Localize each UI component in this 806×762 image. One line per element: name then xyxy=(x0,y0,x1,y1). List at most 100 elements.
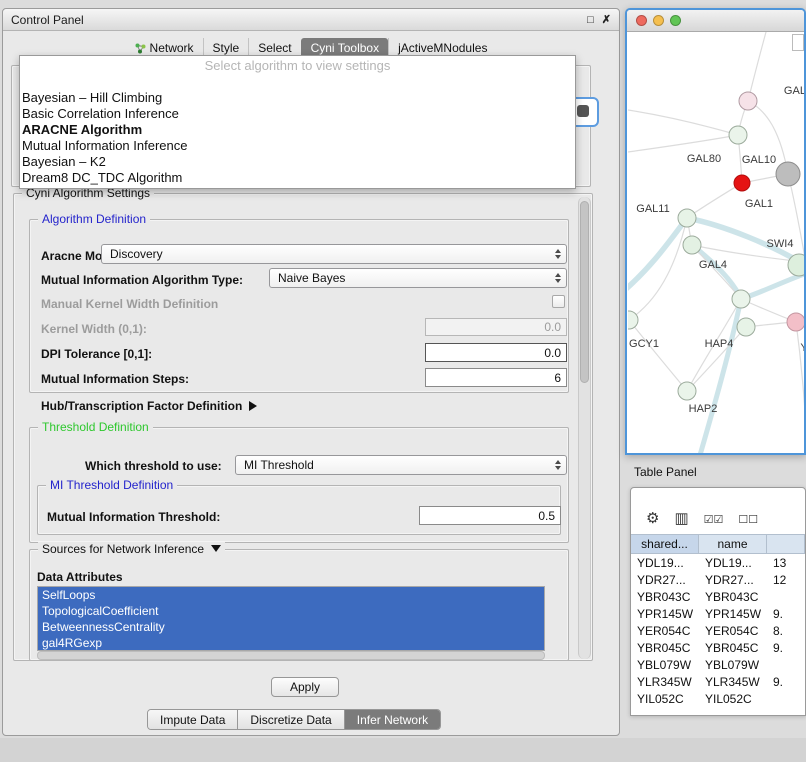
gear-icon[interactable]: ⚙ xyxy=(646,511,659,526)
aracne-mode-combobox[interactable]: Discovery xyxy=(101,244,567,264)
control-panel-title: Control Panel xyxy=(11,13,579,27)
column-header-shared[interactable]: shared... xyxy=(631,535,699,553)
attribute-item-betweennesscentrality[interactable]: BetweennessCentrality xyxy=(38,619,544,635)
network-node[interactable] xyxy=(734,175,750,191)
bottom-tab-discretize-data[interactable]: Discretize Data xyxy=(237,710,343,729)
table-cell: YDL19... xyxy=(699,556,767,570)
network-edge[interactable] xyxy=(741,272,805,299)
network-node[interactable] xyxy=(739,92,757,110)
control-panel-window: Control Panel □ ✗ NetworkStyleSelectCyni… xyxy=(2,8,620,736)
table-cell: YIL052C xyxy=(699,692,767,706)
attributes-horizontal-scrollbar[interactable] xyxy=(37,651,545,660)
network-node[interactable] xyxy=(678,382,696,400)
table-row[interactable]: YLR345WYLR345W9. xyxy=(631,673,805,690)
close-traffic-light[interactable] xyxy=(636,15,647,26)
node-label-gal4: GAL4 xyxy=(699,259,727,271)
hub-definition-toggle[interactable]: Hub/Transcription Factor Definition xyxy=(41,399,257,413)
network-node[interactable] xyxy=(678,209,696,227)
settings-scrollbar[interactable] xyxy=(578,197,591,659)
network-edge[interactable] xyxy=(628,135,738,152)
column-header-name[interactable]: name xyxy=(699,535,767,553)
control-panel-titlebar[interactable]: Control Panel □ ✗ xyxy=(3,9,619,31)
network-node[interactable] xyxy=(776,162,800,186)
bottom-tabs: Impute DataDiscretize DataInfer Network xyxy=(147,709,441,730)
network-node[interactable] xyxy=(683,236,701,254)
network-scrollbar[interactable] xyxy=(792,34,804,51)
algorithm-option-aracne-algorithm[interactable]: ARACNE Algorithm xyxy=(20,122,575,138)
network-edge[interactable] xyxy=(629,320,687,391)
algorithm-option-basic-correlation-inference[interactable]: Basic Correlation Inference xyxy=(20,106,575,122)
network-node[interactable] xyxy=(787,313,805,331)
node-label-swi4: SWI4 xyxy=(767,238,794,250)
collapse-down-icon xyxy=(211,545,221,552)
algorithm-option-bayesian-hill-climbing[interactable]: Bayesian – Hill Climbing xyxy=(20,90,575,106)
algorithm-option-dream8-dc-tdc-algorithm[interactable]: Dream8 DC_TDC Algorithm xyxy=(20,170,575,186)
attribute-item-selfloops[interactable]: SelfLoops xyxy=(38,587,544,603)
network-edge[interactable] xyxy=(692,245,741,455)
expand-right-icon xyxy=(249,401,257,411)
network-canvas[interactable]: GAL80GAL10GAL11GAL1SWI4GAL4GCY1HAP4HAP2G… xyxy=(628,32,805,455)
table-cell: YIL052C xyxy=(631,692,699,706)
network-node[interactable] xyxy=(732,290,750,308)
table-cell: YBR043C xyxy=(631,590,699,604)
combo-arrows-icon xyxy=(555,273,561,283)
bottom-tab-impute-data[interactable]: Impute Data xyxy=(148,710,237,729)
bottom-tab-infer-network[interactable]: Infer Network xyxy=(344,710,440,729)
settings-scrollbar-thumb[interactable] xyxy=(580,201,589,383)
close-window-button[interactable]: ✗ xyxy=(602,13,611,26)
node-label-y: Y xyxy=(800,342,805,354)
network-node[interactable] xyxy=(729,126,747,144)
table-row[interactable]: YDL19...YDL19...13 xyxy=(631,554,805,571)
minimize-traffic-light[interactable] xyxy=(653,15,664,26)
table-row[interactable]: YPR145WYPR145W9. xyxy=(631,605,805,622)
network-edge[interactable] xyxy=(628,110,738,135)
attribute-item-topologicalcoefficient[interactable]: TopologicalCoefficient xyxy=(38,603,544,619)
zoom-traffic-light[interactable] xyxy=(670,15,681,26)
dpi-tolerance-label: DPI Tolerance [0,1]: xyxy=(41,347,152,361)
table-row[interactable]: YBL079WYBL079W xyxy=(631,656,805,673)
network-edge[interactable] xyxy=(796,322,805,412)
algorithm-option-mutual-information-inference[interactable]: Mutual Information Inference xyxy=(20,138,575,154)
network-edge[interactable] xyxy=(687,327,746,391)
network-edge[interactable] xyxy=(748,32,766,101)
combo-arrows-icon xyxy=(555,460,561,470)
columns-icon[interactable]: ▥ xyxy=(674,511,688,526)
mi-type-combobox[interactable]: Naive Bayes xyxy=(269,268,567,288)
table-row[interactable]: YDR27...YDR27...12 xyxy=(631,571,805,588)
algorithm-option-bayesian-k2[interactable]: Bayesian – K2 xyxy=(20,154,575,170)
node-label-gal80: GAL80 xyxy=(687,153,721,165)
network-edge[interactable] xyxy=(687,183,742,218)
deselect-all-icon[interactable]: ☐☐ xyxy=(738,515,758,526)
data-attributes-list[interactable]: SelfLoopsTopologicalCoefficientBetweenne… xyxy=(37,586,545,651)
table-row[interactable]: YBR043CYBR043C xyxy=(631,588,805,605)
table-cell: YBR045C xyxy=(699,641,767,655)
tab-label: Select xyxy=(258,41,291,55)
select-all-icon[interactable]: ☑☑ xyxy=(704,515,724,526)
attribute-item-gal4rgexp[interactable]: gal4RGexp xyxy=(38,635,544,651)
table-row[interactable]: YER054CYER054C8. xyxy=(631,622,805,639)
mi-type-label: Mutual Information Algorithm Type: xyxy=(41,273,243,287)
column-header-extra[interactable] xyxy=(767,535,805,553)
node-label-gal1: GAL1 xyxy=(745,198,773,210)
table-cell: 8. xyxy=(767,624,805,638)
apply-button[interactable]: Apply xyxy=(271,677,339,697)
table-cell: YDR27... xyxy=(631,573,699,587)
table-panel-window: ⚙▥☑☑☐☐ shared...name YDL19...YDL19...13Y… xyxy=(630,487,806,716)
dpi-tolerance-field[interactable]: 0.0 xyxy=(425,343,567,362)
manual-kernel-checkbox[interactable] xyxy=(552,295,565,308)
table-row[interactable]: YIL052CYIL052C xyxy=(631,690,805,707)
combo-arrows-icon xyxy=(555,249,561,259)
mi-steps-field[interactable]: 6 xyxy=(425,368,567,387)
network-window-titlebar[interactable] xyxy=(627,10,804,32)
tab-label: Cyni Toolbox xyxy=(311,41,379,55)
which-threshold-combobox[interactable]: MI Threshold xyxy=(235,455,567,475)
network-node[interactable] xyxy=(788,254,805,276)
network-view-window: GAL80GAL10GAL11GAL1SWI4GAL4GCY1HAP4HAP2G… xyxy=(625,8,806,455)
float-window-button[interactable]: □ xyxy=(587,14,594,26)
sources-toggle[interactable]: Sources for Network Inference xyxy=(38,542,225,556)
mi-type-value: Naive Bayes xyxy=(278,271,345,285)
table-row[interactable]: YBR045CYBR045C9. xyxy=(631,639,805,656)
mi-threshold-field[interactable]: 0.5 xyxy=(419,506,561,525)
network-node[interactable] xyxy=(737,318,755,336)
kernel-width-field: 0.0 xyxy=(425,318,567,336)
